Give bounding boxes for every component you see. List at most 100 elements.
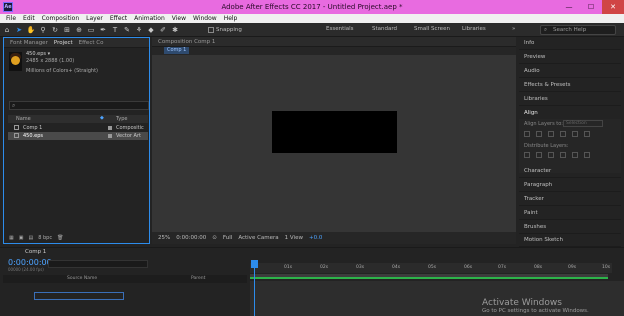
tools-toolbar: ⌂ ➤ ✋ ⚲ ↻ ⊞ ⊕ ▭ ✒ T ✎ ⚘ ◆ ✐ ✱ Snapping E…: [0, 23, 624, 37]
workspace-standard[interactable]: Standard: [372, 26, 397, 32]
new-composition-icon[interactable]: ▤: [28, 235, 33, 241]
align-bottom-icon[interactable]: [584, 131, 590, 137]
distribute-left-icon[interactable]: [560, 152, 566, 158]
timeline-tab[interactable]: Comp 1: [3, 248, 46, 257]
composition-frame[interactable]: [272, 111, 397, 153]
ruler-tick: 08s: [534, 265, 543, 270]
distribute-bottom-icon[interactable]: [548, 152, 554, 158]
tab-effect-controls[interactable]: Effect Co: [79, 40, 104, 46]
project-search-input[interactable]: ⌕: [9, 101, 149, 110]
ruler-tick: 07s: [498, 265, 507, 270]
menu-bar: File Edit Composition Layer Effect Anima…: [0, 14, 624, 23]
snapshot-icon[interactable]: ⊙: [212, 235, 217, 241]
camera-dropdown[interactable]: Active Camera: [238, 235, 278, 241]
label-tag-icon[interactable]: ◆: [100, 115, 104, 121]
distribute-vcenter-icon[interactable]: [536, 152, 542, 158]
ruler-tick: 10s: [602, 265, 611, 270]
tab-project[interactable]: Project: [54, 40, 73, 46]
puppet-tool-icon[interactable]: ✱: [170, 25, 180, 35]
workspace-libraries[interactable]: Libraries: [462, 26, 486, 32]
panel-character[interactable]: Character: [519, 165, 621, 178]
magnification-dropdown[interactable]: 25%: [158, 235, 170, 241]
panel-paragraph[interactable]: Paragraph: [519, 179, 621, 192]
column-source-name[interactable]: Source Name: [67, 276, 97, 281]
align-right-icon[interactable]: [548, 131, 554, 137]
type-tool-icon[interactable]: T: [110, 25, 120, 35]
comp-1-flowchart-tab[interactable]: Comp 1: [164, 47, 190, 54]
search-help-input[interactable]: ⌕ Search Help: [540, 25, 616, 35]
current-time[interactable]: 0:00:00:00: [176, 235, 206, 241]
panel-motion-sketch[interactable]: Motion Sketch: [519, 234, 621, 247]
align-top-icon[interactable]: [560, 131, 566, 137]
brush-tool-icon[interactable]: ✎: [122, 25, 132, 35]
interpret-footage-icon[interactable]: ▦: [9, 235, 14, 241]
views-dropdown[interactable]: 1 View: [285, 235, 303, 241]
snapping-toggle[interactable]: Snapping: [208, 26, 242, 33]
panel-preview[interactable]: Preview: [519, 51, 621, 64]
panel-audio[interactable]: Audio: [519, 65, 621, 78]
menu-layer[interactable]: Layer: [86, 15, 103, 22]
menu-help[interactable]: Help: [224, 15, 238, 22]
work-area-bar[interactable]: [250, 274, 608, 279]
panel-brushes[interactable]: Brushes: [519, 221, 621, 234]
menu-composition[interactable]: Composition: [42, 15, 79, 22]
playhead[interactable]: [251, 260, 258, 268]
camera-tool-icon[interactable]: ⊞: [62, 25, 72, 35]
distribute-hcenter-icon[interactable]: [572, 152, 578, 158]
selection-tool-icon[interactable]: ➤: [14, 25, 24, 35]
menu-view[interactable]: View: [172, 15, 186, 22]
eraser-tool-icon[interactable]: ◆: [146, 25, 156, 35]
align-center-icon[interactable]: [536, 131, 542, 137]
hand-tool-icon[interactable]: ✋: [26, 25, 36, 35]
resolution-dropdown[interactable]: Full: [223, 235, 232, 241]
align-to-dropdown[interactable]: Selection: [563, 120, 603, 127]
time-ruler[interactable]: 0s 01s 02s 03s 04s 05s 06s 07s 08s 09s 1…: [250, 263, 612, 273]
home-icon[interactable]: ⌂: [2, 25, 12, 35]
pen-tool-icon[interactable]: ✒: [98, 25, 108, 35]
panel-libraries[interactable]: Libraries: [519, 93, 621, 106]
distribute-top-icon[interactable]: [524, 152, 530, 158]
zoom-tool-icon[interactable]: ⚲: [38, 25, 48, 35]
project-item-comp-1[interactable]: Comp 1 Compositic: [8, 124, 148, 132]
distribute-right-icon[interactable]: [584, 152, 590, 158]
color-depth-label[interactable]: 8 bpc: [38, 235, 52, 241]
clone-stamp-tool-icon[interactable]: ⚘: [134, 25, 144, 35]
menu-edit[interactable]: Edit: [23, 15, 35, 22]
menu-animation[interactable]: Animation: [134, 15, 165, 22]
close-button[interactable]: ✕: [602, 0, 624, 14]
menu-effect[interactable]: Effect: [110, 15, 127, 22]
tab-composition[interactable]: Composition Comp 1: [158, 39, 215, 45]
panel-tracker[interactable]: Tracker: [519, 193, 621, 206]
ruler-tick: 02s: [320, 265, 329, 270]
maximize-button[interactable]: ☐: [580, 0, 602, 14]
snapping-checkbox[interactable]: [208, 26, 214, 33]
rotation-tool-icon[interactable]: ↻: [50, 25, 60, 35]
minimize-button[interactable]: —: [558, 0, 580, 14]
panel-effects-presets[interactable]: Effects & Presets: [519, 79, 621, 92]
column-name[interactable]: Name: [16, 116, 31, 122]
align-middle-icon[interactable]: [572, 131, 578, 137]
timeline-search-input[interactable]: [48, 260, 148, 268]
panel-paint[interactable]: Paint: [519, 207, 621, 220]
roto-brush-tool-icon[interactable]: ✐: [158, 25, 168, 35]
new-folder-icon[interactable]: ▣: [19, 235, 24, 241]
workspace-essentials[interactable]: Essentials: [326, 26, 354, 32]
pan-behind-tool-icon[interactable]: ⊕: [74, 25, 84, 35]
column-type[interactable]: Type: [116, 116, 127, 122]
column-parent[interactable]: Parent: [191, 276, 205, 281]
composition-viewer[interactable]: [152, 55, 516, 232]
rectangle-tool-icon[interactable]: ▭: [86, 25, 96, 35]
project-footer: ▦ ▣ ▤ 8 bpc 🗑: [4, 233, 149, 243]
align-left-icon[interactable]: [524, 131, 530, 137]
project-item-450-eps[interactable]: 450.eps Vector Art: [8, 132, 148, 140]
menu-file[interactable]: File: [6, 15, 16, 22]
tab-font-manager[interactable]: Font Manager: [10, 40, 48, 46]
footage-name[interactable]: 450.eps ▾: [26, 51, 50, 57]
workspace-small-screen[interactable]: Small Screen: [414, 26, 450, 32]
timeline-timecode[interactable]: 0:00:00:00: [8, 258, 52, 267]
panel-info[interactable]: Info: [519, 37, 621, 50]
delete-icon[interactable]: 🗑: [57, 235, 63, 241]
exposure-value[interactable]: +0.0: [309, 235, 322, 241]
menu-window[interactable]: Window: [193, 15, 217, 22]
workspace-more-button[interactable]: »: [512, 26, 515, 32]
